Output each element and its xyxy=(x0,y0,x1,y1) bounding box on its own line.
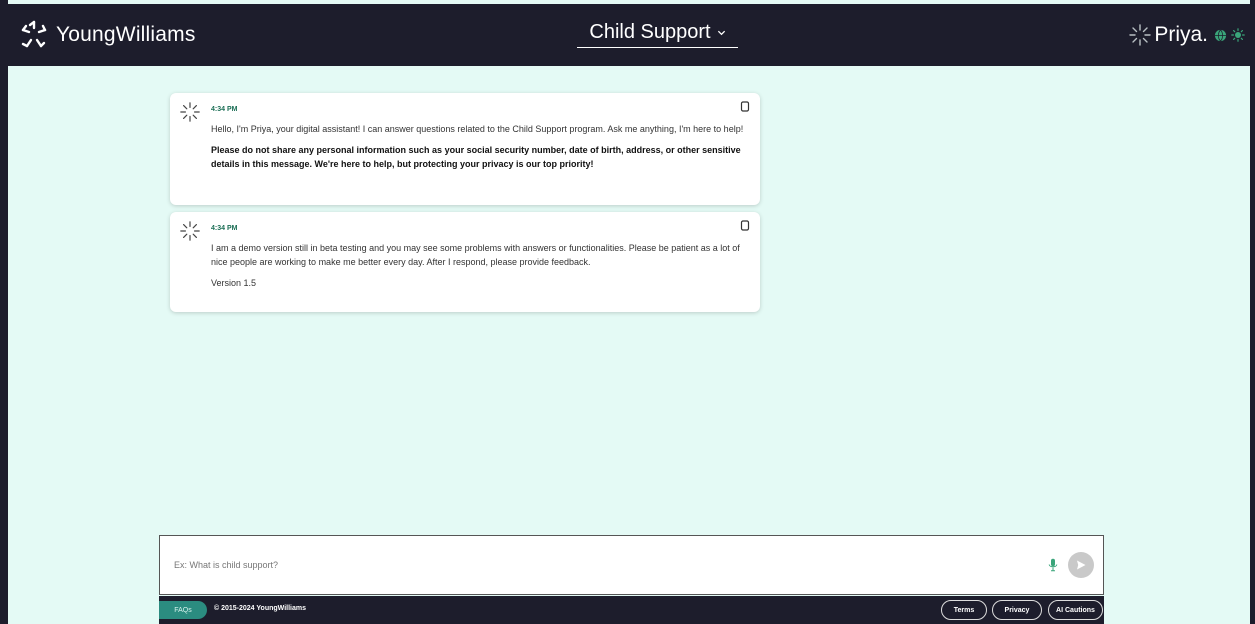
footer: FAQs © 2015-2024 YoungWilliams Terms Pri… xyxy=(159,596,1104,624)
message-timestamp: 4:34 PM xyxy=(211,225,238,232)
program-label: Child Support xyxy=(589,21,711,43)
version-text: Version 1.5 xyxy=(211,278,257,288)
youngwilliams-logo-icon xyxy=(21,20,47,48)
window-frame-right xyxy=(1250,0,1255,624)
chat-composer xyxy=(159,535,1104,595)
brand[interactable]: YoungWilliams xyxy=(18,18,196,52)
brand-name: YoungWilliams xyxy=(56,23,196,46)
ai-cautions-button[interactable]: AI Cautions xyxy=(1048,600,1103,620)
message-text: I am a demo version still in beta testin… xyxy=(211,243,740,267)
top-bar: YoungWilliams Child Support Priya. xyxy=(0,4,1255,66)
terms-button[interactable]: Terms xyxy=(941,600,987,620)
privacy-button[interactable]: Privacy xyxy=(992,600,1042,620)
chat-message: 4:34 PM I am a demo version still in bet… xyxy=(170,212,760,312)
faqs-button[interactable]: FAQs xyxy=(159,601,207,619)
message-timestamp: 4:34 PM xyxy=(211,106,238,113)
message-text: Hello, I'm Priya, your digital assistant… xyxy=(211,124,744,134)
program-selector[interactable]: Child Support xyxy=(577,18,738,48)
assistant-header: Priya. xyxy=(1128,18,1245,52)
priya-sparkle-icon xyxy=(1129,24,1152,46)
privacy-warning-text: Please do not share any personal informa… xyxy=(211,145,741,169)
assistant-name: Priya. xyxy=(1154,23,1208,46)
send-arrow-icon xyxy=(1077,560,1086,570)
priya-avatar-icon xyxy=(180,102,200,122)
priya-avatar-icon xyxy=(180,221,200,241)
globe-icon[interactable] xyxy=(1214,29,1227,42)
copy-icon[interactable] xyxy=(740,220,750,231)
send-button[interactable] xyxy=(1068,552,1094,578)
chevron-down-icon xyxy=(717,30,725,36)
window-frame-left xyxy=(0,0,8,624)
copyright-text: © 2015-2024 YoungWilliams xyxy=(214,605,306,612)
microphone-icon[interactable] xyxy=(1048,558,1058,572)
chat-input[interactable] xyxy=(174,556,1024,574)
sun-icon[interactable] xyxy=(1231,28,1245,42)
copy-icon[interactable] xyxy=(740,101,750,112)
chat-message: 4:34 PM Hello, I'm Priya, your digital a… xyxy=(170,93,760,205)
